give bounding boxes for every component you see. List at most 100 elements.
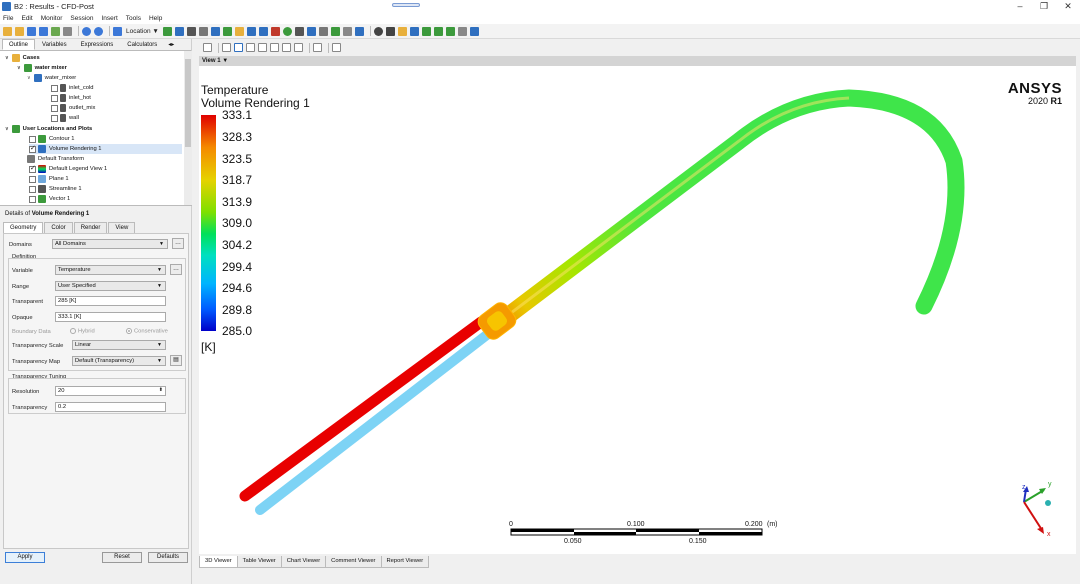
- tab-calculators[interactable]: Calculators: [120, 39, 164, 50]
- tree-item-volume-rendering-1[interactable]: Volume Rendering 1: [29, 144, 182, 154]
- location-icon[interactable]: [113, 26, 122, 36]
- range-select[interactable]: User Specified: [55, 281, 166, 291]
- tab-render[interactable]: Render: [73, 222, 108, 233]
- variable-more-button[interactable]: …: [170, 264, 182, 275]
- select-icon[interactable]: [203, 43, 212, 52]
- close-button[interactable]: ✕: [1056, 0, 1080, 13]
- expression-icon[interactable]: [306, 26, 316, 36]
- report-icon[interactable]: [469, 26, 479, 36]
- opaque-input[interactable]: 333.1 [K]: [55, 312, 166, 322]
- menu-insert[interactable]: Insert: [102, 15, 118, 22]
- print-icon[interactable]: [63, 26, 72, 36]
- domains-select[interactable]: All Domains: [52, 239, 168, 249]
- transparency-map-select[interactable]: Default (Transparency): [72, 356, 166, 366]
- quick-editor-icon[interactable]: [397, 26, 407, 36]
- viewport-layout-icon[interactable]: [313, 43, 322, 52]
- menu-file[interactable]: File: [3, 15, 13, 22]
- table-icon[interactable]: [318, 26, 328, 36]
- sync-views-icon[interactable]: [332, 43, 341, 52]
- menu-edit[interactable]: Edit: [21, 15, 32, 22]
- maximize-button[interactable]: ❐: [1032, 0, 1056, 13]
- visibility-checkbox[interactable]: [51, 114, 58, 122]
- visibility-checkbox[interactable]: [29, 185, 36, 193]
- zoom-in-icon[interactable]: [258, 43, 267, 52]
- tab-variables[interactable]: Variables: [35, 39, 74, 50]
- mesh-calculator-icon[interactable]: [445, 26, 455, 36]
- text-icon[interactable]: [234, 26, 244, 36]
- tree-item-plane-1[interactable]: Plane 1: [29, 174, 69, 184]
- tree-region-outlet-mix[interactable]: outlet_mix: [51, 103, 95, 113]
- tab-color[interactable]: Color: [44, 222, 73, 233]
- view-selector[interactable]: View 1 ▼: [199, 56, 1076, 66]
- tree-cases[interactable]: ∨ Cases: [5, 53, 40, 63]
- menu-tools[interactable]: Tools: [126, 15, 141, 22]
- location-dropdown[interactable]: Location ▼: [126, 28, 159, 35]
- fit-view-icon[interactable]: [294, 43, 303, 52]
- visibility-checkbox[interactable]: [29, 135, 36, 143]
- tab-comment-viewer[interactable]: Comment Viewer: [325, 556, 382, 568]
- clip-plane-icon[interactable]: [270, 26, 280, 36]
- figure-icon[interactable]: [354, 26, 364, 36]
- reset-button[interactable]: Reset: [102, 552, 142, 563]
- load-results-icon[interactable]: [39, 26, 48, 36]
- collapse-arrow-icon[interactable]: ∨: [17, 65, 21, 71]
- variable-select[interactable]: Temperature: [55, 265, 166, 275]
- zoom-out-icon[interactable]: [270, 43, 279, 52]
- spinner-arrows-icon[interactable]: ⬍: [159, 387, 163, 394]
- macro-calculator-icon[interactable]: [433, 26, 443, 36]
- defaults-button[interactable]: Defaults: [148, 552, 188, 563]
- tree-user-locations[interactable]: ∨ User Locations and Plots: [5, 124, 92, 134]
- particle-track-icon[interactable]: [198, 26, 208, 36]
- function-calculator-icon[interactable]: [421, 26, 431, 36]
- isosurface-icon[interactable]: [222, 26, 232, 36]
- tree-region-wall[interactable]: wall: [51, 113, 79, 123]
- tree-item-default-transform[interactable]: Default Transform: [27, 154, 84, 164]
- visibility-checkbox[interactable]: [51, 84, 58, 92]
- tree-item-default-legend[interactable]: Default Legend View 1: [29, 164, 107, 174]
- redo-icon[interactable]: [94, 26, 103, 36]
- collapse-arrow-icon[interactable]: ∨: [5, 126, 9, 132]
- transparency-scale-select[interactable]: Linear: [72, 340, 166, 350]
- collapse-arrow-icon[interactable]: ∨: [27, 75, 31, 81]
- minimize-button[interactable]: –: [1008, 0, 1032, 13]
- pan-icon[interactable]: [234, 43, 243, 52]
- tree-item-vector-1[interactable]: Vector 1: [29, 194, 70, 204]
- open-icon[interactable]: [15, 26, 24, 36]
- viewer-3d[interactable]: Temperature Volume Rendering 1 333.1 328…: [199, 66, 1076, 554]
- apply-button[interactable]: Apply: [5, 552, 45, 563]
- undo-icon[interactable]: [82, 26, 91, 36]
- animation-icon[interactable]: [385, 26, 395, 36]
- zoom-box-icon[interactable]: [282, 43, 291, 52]
- visibility-checkbox[interactable]: [29, 164, 36, 173]
- variable-icon[interactable]: [294, 26, 304, 36]
- transparent-input[interactable]: 285 [K]: [55, 296, 166, 306]
- menu-session[interactable]: Session: [70, 15, 93, 22]
- visibility-checkbox[interactable]: [29, 195, 36, 203]
- resolution-spinner[interactable]: 20 ⬍: [55, 386, 166, 396]
- tab-view[interactable]: View: [108, 222, 136, 233]
- rotate-icon[interactable]: [222, 43, 231, 52]
- tab-scroll-arrows[interactable]: ◂▸: [164, 39, 178, 50]
- contour-icon[interactable]: [174, 26, 184, 36]
- new-icon[interactable]: [3, 26, 12, 36]
- tree-region-inlet-cold[interactable]: inlet_cold: [51, 83, 94, 93]
- menu-help[interactable]: Help: [149, 15, 162, 22]
- tree-scrollbar[interactable]: [184, 51, 192, 205]
- conservative-radio[interactable]: Conservative: [126, 328, 168, 335]
- color-map-icon[interactable]: [282, 26, 292, 36]
- case-comparison-icon[interactable]: [457, 26, 467, 36]
- volume-rendering-icon[interactable]: [210, 26, 220, 36]
- visibility-checkbox[interactable]: [29, 144, 36, 153]
- tab-table-viewer[interactable]: Table Viewer: [236, 556, 282, 568]
- save-icon[interactable]: [27, 26, 36, 36]
- zoom-icon[interactable]: [246, 43, 255, 52]
- collapse-arrow-icon[interactable]: ∨: [5, 55, 9, 61]
- tree-case-water-mixer[interactable]: ∨ water mixer: [17, 63, 67, 73]
- visibility-checkbox[interactable]: [51, 94, 58, 102]
- legend-icon[interactable]: [246, 26, 256, 36]
- menu-monitor[interactable]: Monitor: [41, 15, 63, 22]
- comment-icon[interactable]: [342, 26, 352, 36]
- domains-more-button[interactable]: …: [172, 238, 184, 249]
- tree-item-streamline-1[interactable]: Streamline 1: [29, 184, 82, 194]
- tab-3d-viewer[interactable]: 3D Viewer: [199, 556, 238, 568]
